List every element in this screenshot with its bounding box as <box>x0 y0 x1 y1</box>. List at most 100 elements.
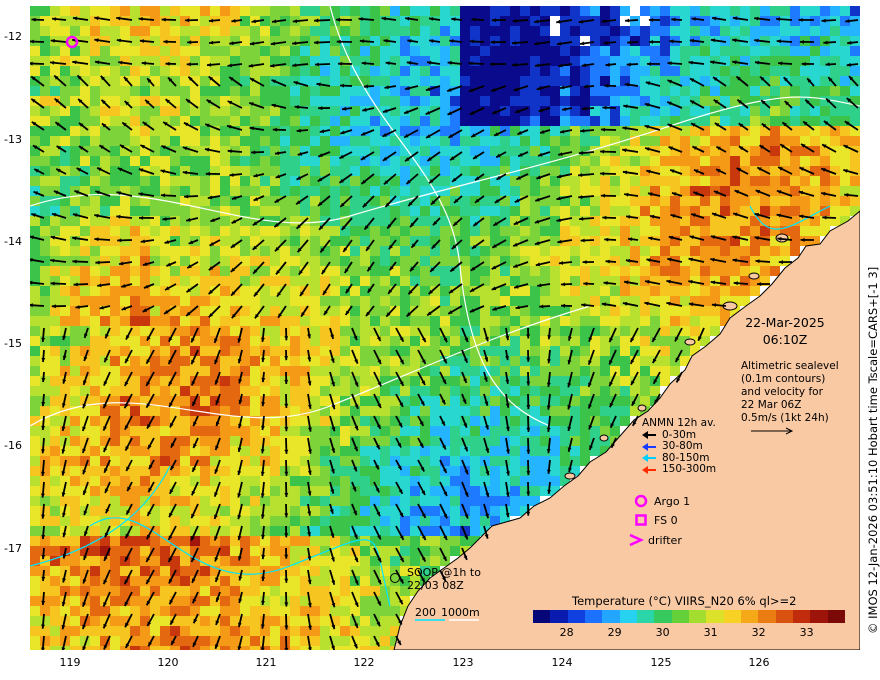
sst-cell <box>670 26 680 36</box>
sst-cell <box>560 116 570 126</box>
sst-cell <box>330 246 340 256</box>
sst-cell <box>710 66 720 76</box>
sst-cell <box>560 256 570 266</box>
sst-cell <box>640 256 650 266</box>
sst-cell <box>180 586 190 596</box>
sst-cell <box>270 446 280 456</box>
sst-cell <box>310 526 320 536</box>
sst-cell <box>160 176 170 186</box>
sst-cell <box>260 206 270 216</box>
sst-cell <box>90 216 100 226</box>
sst-cell <box>730 66 740 76</box>
sst-cell <box>190 316 200 326</box>
sst-cell <box>70 66 80 76</box>
sst-cell <box>30 646 40 650</box>
sst-cell <box>470 386 480 396</box>
sst-cell <box>240 406 250 416</box>
sst-cell <box>600 386 610 396</box>
sst-cell <box>530 456 540 466</box>
sst-cell <box>320 466 330 476</box>
sst-cell <box>40 156 50 166</box>
sst-cell <box>800 196 810 206</box>
sst-cell <box>230 156 240 166</box>
sst-cell <box>50 296 60 306</box>
sst-cell <box>60 306 70 316</box>
sst-cell <box>560 76 570 86</box>
sst-cell <box>760 26 770 36</box>
sst-cell <box>190 196 200 206</box>
sst-cell <box>180 616 190 626</box>
sst-cell <box>90 46 100 56</box>
sst-cell <box>580 116 590 126</box>
sst-cell <box>550 116 560 126</box>
sst-cell <box>660 246 670 256</box>
sst-cell <box>130 396 140 406</box>
sst-cell <box>540 96 550 106</box>
sst-cell <box>770 96 780 106</box>
sst-cell <box>660 376 670 386</box>
sst-cell <box>380 526 390 536</box>
sst-cell <box>70 116 80 126</box>
sst-cell <box>30 526 40 536</box>
sst-cell <box>270 366 280 376</box>
sst-cell <box>110 636 120 646</box>
sst-cell <box>210 136 220 146</box>
sst-cell <box>270 376 280 386</box>
sst-cell <box>380 166 390 176</box>
sst-cell <box>360 406 370 416</box>
sst-cell <box>380 46 390 56</box>
sst-cell <box>200 316 210 326</box>
sst-cell <box>770 46 780 56</box>
sst-cell <box>420 206 430 216</box>
sst-cell <box>530 356 540 366</box>
sst-cell <box>30 546 40 556</box>
sst-cell <box>530 436 540 446</box>
sst-cell <box>330 266 340 276</box>
sst-cell <box>250 646 260 650</box>
sst-cell <box>520 76 530 86</box>
sst-cell <box>490 496 500 506</box>
sst-cell <box>40 296 50 306</box>
sst-cell <box>330 626 340 636</box>
sst-cell <box>220 426 230 436</box>
sst-cell <box>190 186 200 196</box>
sst-cell <box>410 376 420 386</box>
sst-cell <box>530 186 540 196</box>
sst-cell <box>500 356 510 366</box>
sst-cell <box>530 406 540 416</box>
sst-cell <box>110 56 120 66</box>
sst-cell <box>180 536 190 546</box>
sst-cell <box>390 206 400 216</box>
sst-cell <box>280 486 290 496</box>
sst-cell <box>50 46 60 56</box>
sst-cell <box>180 486 190 496</box>
sst-cell <box>710 276 720 286</box>
sst-cell <box>460 516 470 526</box>
sst-cell <box>800 226 810 236</box>
sst-cell <box>410 116 420 126</box>
sst-cell <box>340 646 350 650</box>
sst-cell <box>170 156 180 166</box>
sst-cell <box>320 96 330 106</box>
sst-cell <box>50 286 60 296</box>
sst-cell <box>620 306 630 316</box>
sst-cell <box>250 546 260 556</box>
sst-cell <box>240 646 250 650</box>
sst-cell <box>450 426 460 436</box>
sst-cell <box>500 366 510 376</box>
sst-cell <box>470 46 480 56</box>
sst-cell <box>330 156 340 166</box>
sst-cell <box>340 626 350 636</box>
sst-cell <box>340 186 350 196</box>
sst-cell <box>310 166 320 176</box>
sst-cell <box>70 606 80 616</box>
sst-cell <box>400 216 410 226</box>
sst-cell <box>220 136 230 146</box>
sst-cell <box>610 206 620 216</box>
sst-cell <box>260 266 270 276</box>
sst-cell <box>180 276 190 286</box>
sst-cell <box>410 186 420 196</box>
sst-cell <box>470 296 480 306</box>
sst-cell <box>710 306 720 316</box>
sst-cell <box>260 396 270 406</box>
